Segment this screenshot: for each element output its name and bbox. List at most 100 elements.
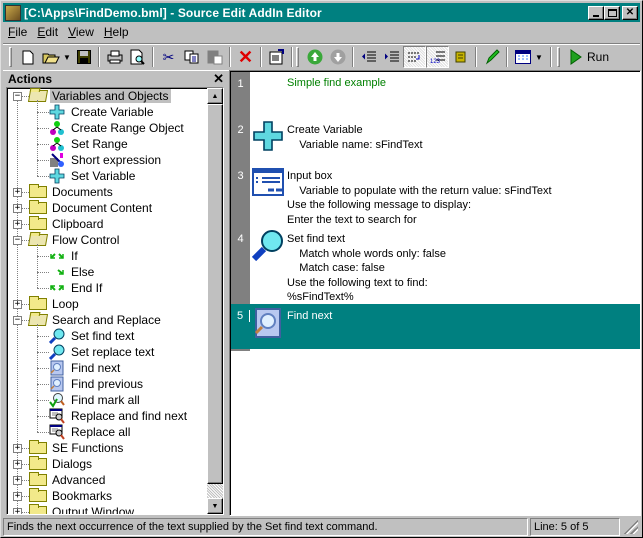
move-up-button[interactable] bbox=[303, 46, 326, 68]
folder-icon bbox=[29, 296, 47, 310]
expand-toggle-icon[interactable]: + bbox=[13, 188, 22, 197]
line-text-row: Simple find example bbox=[287, 77, 387, 89]
script-line[interactable]: 2 Create Variable Variable name: sFindTe… bbox=[231, 118, 640, 164]
new-document-button[interactable] bbox=[16, 46, 39, 68]
actions-panel-title: Actions bbox=[8, 72, 53, 86]
minimize-button[interactable] bbox=[588, 5, 604, 20]
view-options-dropdown[interactable]: ▼ bbox=[534, 46, 544, 68]
tree-node-action[interactable]: Replace all bbox=[9, 424, 209, 440]
cut-button[interactable]: ✂ bbox=[157, 46, 180, 68]
status-line-info: Line: 5 of 5 bbox=[530, 518, 620, 536]
expand-toggle-icon[interactable]: + bbox=[13, 460, 22, 469]
toolbar-grip[interactable] bbox=[296, 47, 299, 67]
tree-node-folder[interactable]: − Search and Replace bbox=[9, 312, 209, 328]
highlight-button[interactable] bbox=[480, 46, 503, 68]
word-wrap-button[interactable] bbox=[403, 46, 426, 68]
toolbar-grip[interactable] bbox=[9, 47, 12, 67]
actions-panel-header: Actions ✕ bbox=[4, 71, 226, 87]
expand-toggle-icon[interactable]: + bbox=[13, 508, 22, 514]
run-button[interactable]: Run bbox=[564, 46, 615, 68]
script-editor[interactable]: 1 Simple find example 2 Create Variable … bbox=[229, 70, 641, 516]
tree-node-folder[interactable]: + Advanced bbox=[9, 472, 209, 488]
print-button[interactable] bbox=[103, 46, 126, 68]
expand-toggle-icon[interactable]: + bbox=[13, 300, 22, 309]
tree-node-folder[interactable]: − Flow Control bbox=[9, 232, 209, 248]
tree-node-action[interactable]: Else bbox=[9, 264, 209, 280]
toolbar-separator bbox=[352, 47, 354, 67]
tree-node-action[interactable]: Set replace text bbox=[9, 344, 209, 360]
toolbar-grip[interactable] bbox=[557, 47, 560, 67]
tree-node-action[interactable]: Find mark all bbox=[9, 392, 209, 408]
tree-node-folder[interactable]: + SE Functions bbox=[9, 440, 209, 456]
tree-node-action[interactable]: Find next bbox=[9, 360, 209, 376]
expand-toggle-icon[interactable]: + bbox=[13, 444, 22, 453]
tree-node-folder[interactable]: − Variables and Objects bbox=[9, 88, 209, 104]
expand-toggle-icon[interactable]: + bbox=[13, 492, 22, 501]
delete-button[interactable]: ✕ bbox=[234, 46, 257, 68]
copy-button[interactable] bbox=[180, 46, 203, 68]
folder-icon bbox=[29, 456, 47, 470]
tree-vertical-scrollbar[interactable]: ▲ ▼ bbox=[207, 88, 223, 514]
scroll-thumb[interactable] bbox=[207, 104, 223, 484]
scroll-up-button[interactable]: ▲ bbox=[207, 88, 223, 104]
tree-node-folder[interactable]: + Output Window bbox=[9, 504, 209, 514]
tree-node-folder[interactable]: + Loop bbox=[9, 296, 209, 312]
print-preview-button[interactable] bbox=[126, 46, 149, 68]
close-button[interactable]: ✕ bbox=[622, 5, 638, 20]
tree-node-action[interactable]: Replace and find next bbox=[9, 408, 209, 424]
tree-node-action[interactable]: Set Variable bbox=[9, 168, 209, 184]
open-dropdown[interactable]: ▼ bbox=[62, 46, 72, 68]
script-button[interactable] bbox=[449, 46, 472, 68]
menu-view[interactable]: View bbox=[63, 25, 99, 39]
title-bar[interactable]: [C:\Apps\FindDemo.bml] - Source Edit Add… bbox=[3, 3, 640, 22]
properties-button[interactable] bbox=[265, 46, 288, 68]
menu-help[interactable]: Help bbox=[99, 25, 134, 39]
dropdown-arrow-icon: ▼ bbox=[63, 52, 71, 62]
tree-node-action[interactable]: Set find text bbox=[9, 328, 209, 344]
indent-icon bbox=[384, 51, 399, 62]
expand-toggle-icon[interactable]: + bbox=[13, 220, 22, 229]
tree-node-folder[interactable]: + Dialogs bbox=[9, 456, 209, 472]
script-line[interactable]: 4 Set find text Match whole words only: … bbox=[231, 227, 640, 310]
tree-node-action[interactable]: Set Range bbox=[9, 136, 209, 152]
line-numbers-button[interactable]: 123 bbox=[426, 46, 449, 68]
menu-file[interactable]: File bbox=[3, 25, 32, 39]
paste-button[interactable] bbox=[203, 46, 226, 68]
tree-node-action[interactable]: Short expression bbox=[9, 152, 209, 168]
tree-node-action[interactable]: Find previous bbox=[9, 376, 209, 392]
scroll-down-button[interactable]: ▼ bbox=[207, 498, 223, 514]
collapse-toggle-icon[interactable]: − bbox=[13, 236, 22, 245]
collapse-toggle-icon[interactable]: − bbox=[13, 316, 22, 325]
resize-grip[interactable] bbox=[622, 518, 638, 534]
tree-node-folder[interactable]: + Bookmarks bbox=[9, 488, 209, 504]
open-folder-icon bbox=[27, 234, 49, 246]
tree-node-folder[interactable]: + Documents bbox=[9, 184, 209, 200]
expand-toggle-icon[interactable]: + bbox=[13, 204, 22, 213]
outdent-button[interactable] bbox=[357, 46, 380, 68]
line-text-row: Find next bbox=[287, 310, 333, 322]
maximize-button[interactable] bbox=[604, 5, 620, 20]
open-button[interactable] bbox=[39, 46, 62, 68]
move-down-button[interactable] bbox=[326, 46, 349, 68]
actions-panel-close-icon[interactable]: ✕ bbox=[213, 71, 224, 87]
app-icon[interactable] bbox=[5, 4, 21, 21]
script-line[interactable]: 5 Find next bbox=[231, 304, 640, 349]
view-options-button[interactable] bbox=[511, 46, 534, 68]
tree-node-label: Find mark all bbox=[71, 393, 140, 407]
tree-node-action[interactable]: Create Variable bbox=[9, 104, 209, 120]
folder-icon bbox=[29, 472, 47, 486]
tree-node-folder[interactable]: + Document Content bbox=[9, 200, 209, 216]
script-line[interactable]: 3 Input box Variable to populate with th… bbox=[231, 164, 640, 232]
toolbar-separator bbox=[229, 47, 231, 67]
tree-node-action[interactable]: Create Range Object bbox=[9, 120, 209, 136]
menu-edit[interactable]: Edit bbox=[32, 25, 63, 39]
tree-node-action[interactable]: If bbox=[9, 248, 209, 264]
save-button[interactable] bbox=[72, 46, 95, 68]
expand-toggle-icon[interactable]: + bbox=[13, 476, 22, 485]
toolbar-separator bbox=[550, 47, 552, 67]
tree-node-action[interactable]: End If bbox=[9, 280, 209, 296]
script-line[interactable]: 1 Simple find example bbox=[231, 72, 640, 118]
tree-node-folder[interactable]: + Clipboard bbox=[9, 216, 209, 232]
indent-button[interactable] bbox=[380, 46, 403, 68]
collapse-toggle-icon[interactable]: − bbox=[13, 92, 22, 101]
